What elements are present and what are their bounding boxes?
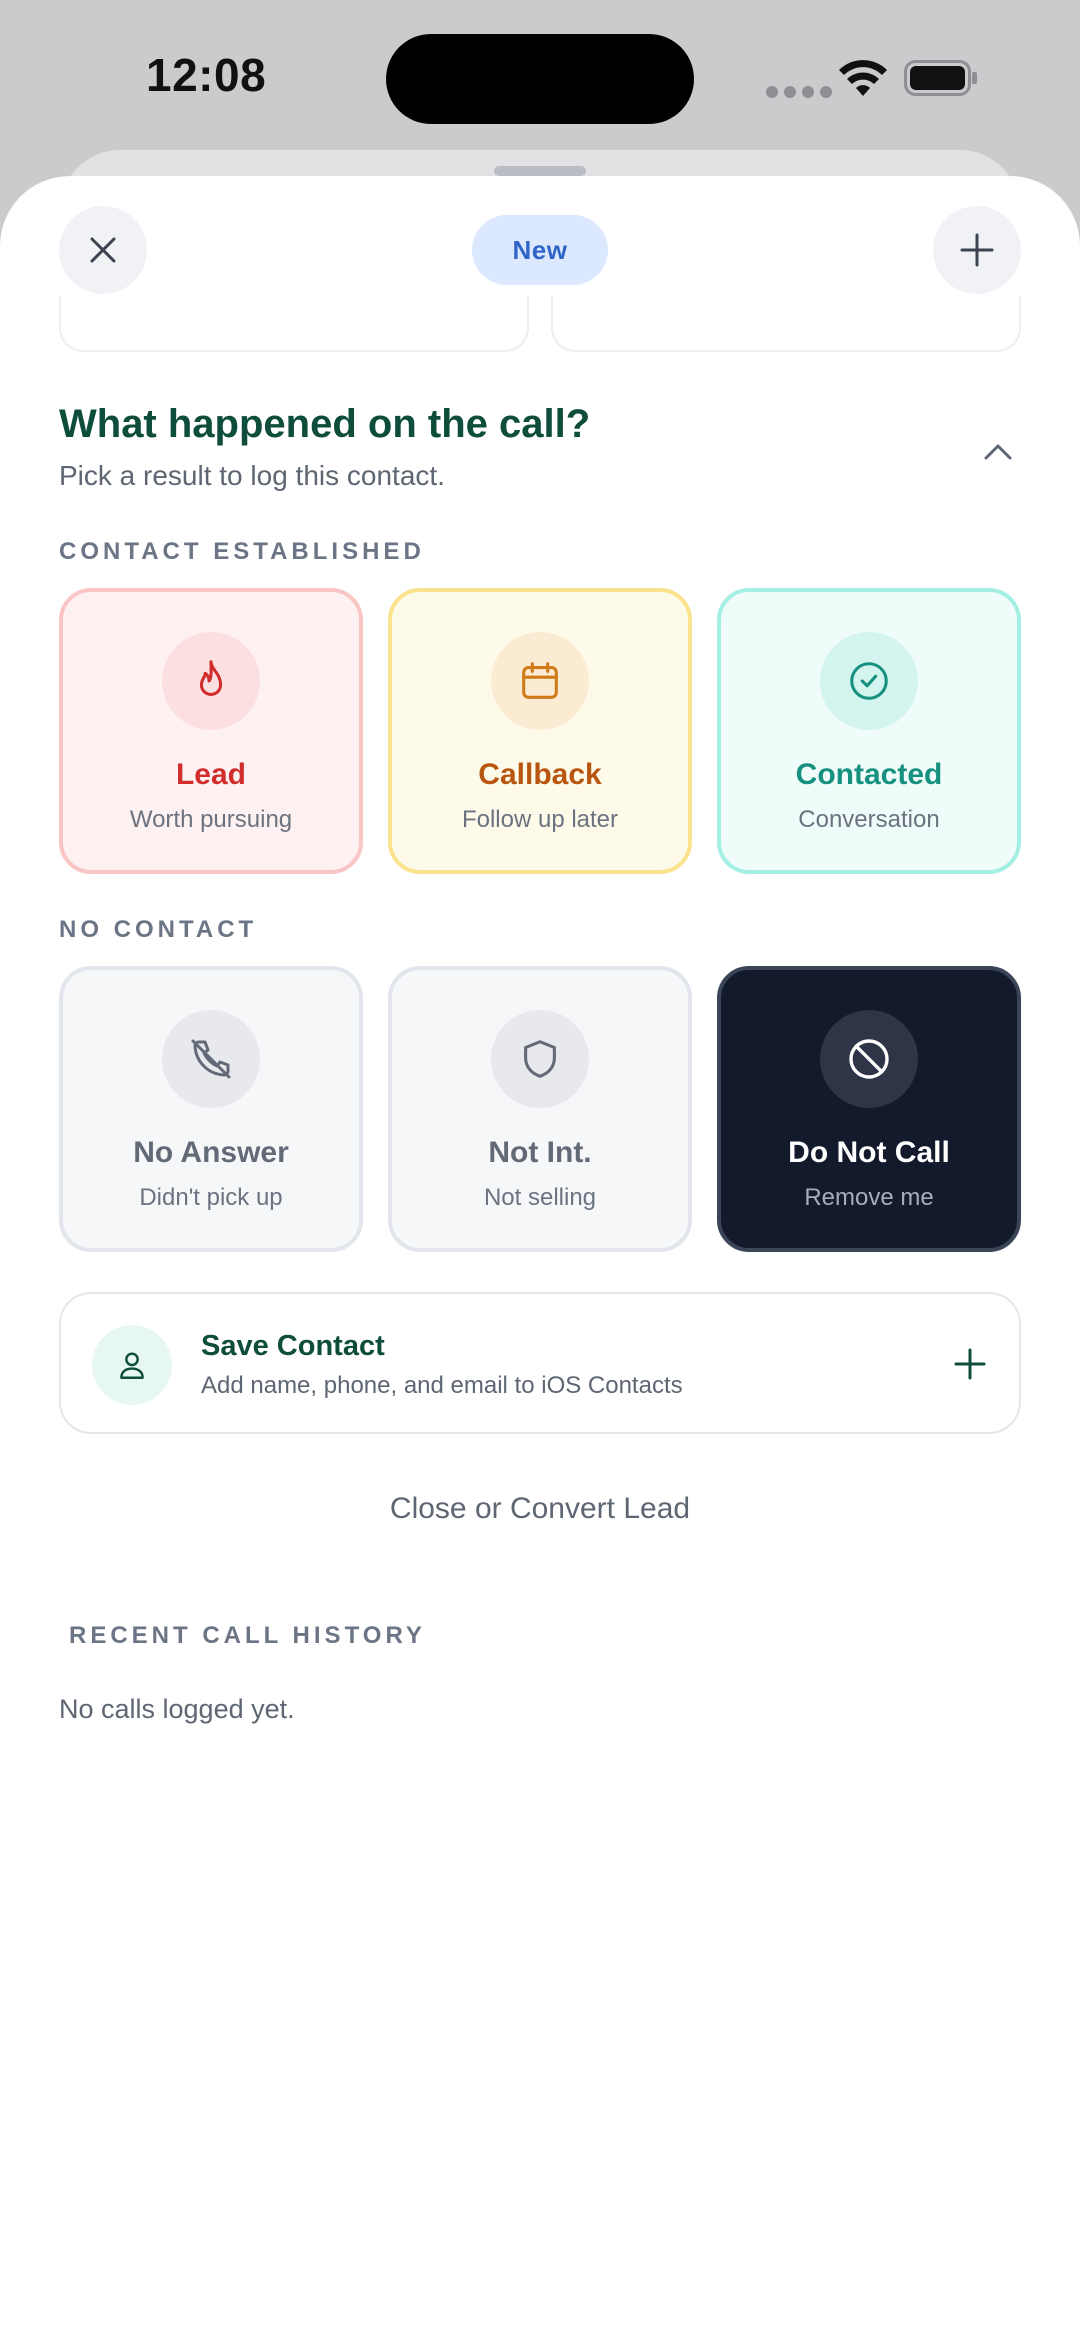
result-option-not-interested[interactable]: Not Int. Not selling: [388, 966, 692, 1252]
option-subtitle: Conversation: [798, 806, 940, 833]
status-badge[interactable]: New: [472, 215, 608, 285]
save-contact-subtitle: Add name, phone, and email to iOS Contac…: [201, 1372, 683, 1399]
screen: 12:08 New What happened on the call? Pic…: [0, 0, 1080, 2347]
option-title: Callback: [478, 758, 602, 791]
call-result-sheet: New What happened on the call? Pick a re…: [0, 176, 1080, 2347]
option-subtitle: Not selling: [483, 1184, 597, 1211]
option-subtitle: Follow up later: [461, 806, 619, 833]
add-button[interactable]: [933, 206, 1021, 294]
battery-icon: [904, 60, 977, 96]
option-subtitle: Worth pursuing: [129, 806, 293, 833]
close-icon: [90, 237, 116, 263]
plus-icon: [960, 233, 994, 267]
option-title: Do Not Call: [788, 1136, 950, 1169]
no-contact-label: NO CONTACT: [59, 916, 258, 943]
previous-card: [551, 296, 1021, 352]
chevron-up-icon[interactable]: [980, 434, 1016, 470]
option-title: No Answer: [133, 1136, 289, 1169]
option-title: Contacted: [795, 758, 943, 791]
calendar-icon: [522, 662, 558, 699]
status-bar: 12:08: [0, 0, 1080, 150]
person-icon: [120, 1352, 144, 1379]
option-subtitle: Didn't pick up: [139, 1184, 283, 1211]
avatar: [92, 1325, 172, 1405]
save-contact-title: Save Contact: [201, 1330, 385, 1362]
recent-call-history-label: RECENT CALL HISTORY: [69, 1622, 426, 1649]
flame-icon: [199, 660, 223, 696]
result-option-do-not-call[interactable]: Do Not Call Remove me: [717, 966, 1021, 1252]
result-option-contacted[interactable]: Contacted Conversation: [717, 588, 1021, 874]
ban-icon: [849, 1039, 889, 1079]
contact-established-label: CONTACT ESTABLISHED: [59, 538, 425, 565]
save-contact-card[interactable]: Save Contact Add name, phone, and email …: [59, 1292, 1021, 1434]
plus-icon[interactable]: [952, 1346, 988, 1382]
result-option-callback[interactable]: Callback Follow up later: [388, 588, 692, 874]
dynamic-island: [386, 34, 694, 124]
wifi-icon: [839, 60, 887, 96]
cellular-signal-icon: [766, 86, 832, 98]
option-title: Lead: [175, 758, 247, 791]
section-title: What happened on the call?: [59, 402, 591, 446]
empty-history-text: No calls logged yet.: [59, 1694, 295, 1724]
option-title: Not Int.: [488, 1136, 592, 1169]
previous-card: [59, 296, 529, 352]
check-circle-icon: [850, 662, 888, 700]
close-button[interactable]: [59, 206, 147, 294]
close-or-convert-link[interactable]: Close or Convert Lead: [0, 1492, 1080, 1526]
result-option-no-answer[interactable]: No Answer Didn't pick up: [59, 966, 363, 1252]
result-option-lead[interactable]: Lead Worth pursuing: [59, 588, 363, 874]
section-subtitle: Pick a result to log this contact.: [59, 460, 445, 491]
status-time: 12:08: [146, 49, 267, 101]
option-subtitle: Remove me: [804, 1184, 934, 1211]
phone-missed-icon: [191, 1039, 231, 1079]
shield-icon: [524, 1040, 556, 1078]
sheet-grabber[interactable]: [494, 166, 586, 176]
